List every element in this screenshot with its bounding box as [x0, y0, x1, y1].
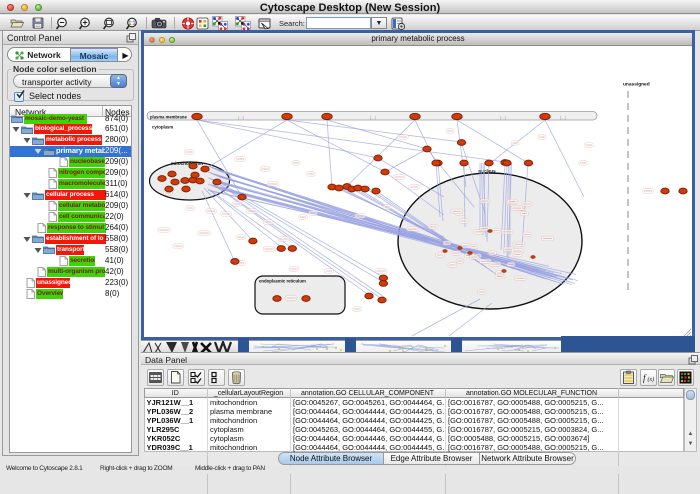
- svg-text:f: f: [643, 373, 647, 383]
- svg-text:unassigned: unassigned: [623, 82, 650, 88]
- svg-text:cytoplasm: cytoplasm: [152, 125, 173, 130]
- svg-text:[...]: [...]: [560, 115, 566, 120]
- svg-text:plasma membrane: plasma membrane: [150, 114, 187, 119]
- svg-text:nucleus: nucleus: [478, 169, 496, 174]
- svg-text:[...]: [...]: [370, 115, 376, 120]
- svg-text:mitochondrion: mitochondrion: [171, 161, 203, 166]
- svg-text:1:1: 1:1: [129, 20, 136, 26]
- svg-text:[...]: [...]: [500, 115, 506, 120]
- svg-text:endoplasmic reticulum: endoplasmic reticulum: [259, 279, 306, 284]
- svg-text:[...]: [...]: [238, 115, 244, 120]
- svg-text:(x): (x): [648, 376, 655, 383]
